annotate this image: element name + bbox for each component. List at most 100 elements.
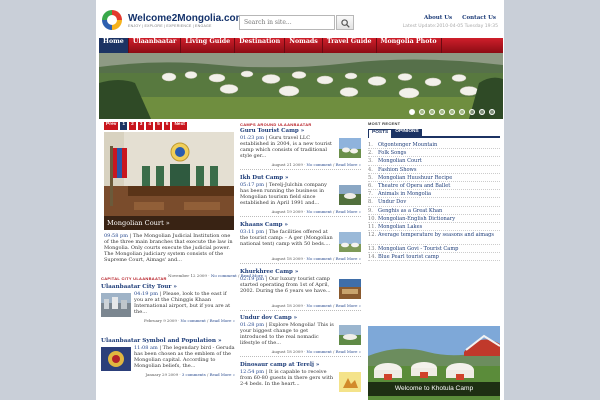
list-item-title[interactable]: Mongolian-English Dictionary	[378, 215, 455, 222]
post-thumbnail[interactable]	[339, 232, 361, 252]
contact-us-link[interactable]: Contact Us	[462, 15, 496, 21]
post-title[interactable]: Khaans Camp »	[240, 222, 361, 229]
post-thumbnail[interactable]	[339, 138, 361, 158]
search-button[interactable]	[336, 15, 354, 30]
list-item-title[interactable]: Average temperature by seasons and aimag…	[378, 232, 494, 238]
featured-excerpt: 09:58 pm | The Mongolian Judicial Instit…	[104, 233, 233, 263]
list-item[interactable]: 10. Mongolian-English Dictionary	[368, 215, 500, 223]
slide-dot[interactable]	[419, 109, 425, 115]
nav-item-ulaanbaatar[interactable]: Ulaanbaatar	[129, 38, 182, 53]
post-thumbnail[interactable]	[101, 347, 131, 371]
pager-page-1[interactable]: 1	[120, 122, 128, 130]
featured-image[interactable]: Mongolian Court »	[104, 132, 234, 230]
about-us-link[interactable]: About Us	[424, 15, 452, 21]
pager-next[interactable]: Next	[172, 122, 187, 130]
banner-slideshow[interactable]	[99, 53, 503, 119]
list-item-title[interactable]: Otgontenger Mountain	[378, 141, 437, 148]
post-read-more[interactable]: Read More »	[336, 256, 361, 261]
post-title[interactable]: Dinosaur camp at Terelj »	[240, 362, 361, 369]
list-item[interactable]: 13. Mongolian Govi - Tourist Camp	[368, 245, 500, 254]
nav-item-living-guide[interactable]: Living Guide	[181, 38, 236, 53]
pager-page-4[interactable]: 4	[146, 122, 154, 130]
list-item[interactable]: 7. Animals in Mongolia	[368, 190, 500, 199]
top-links: About Us Contact Us	[424, 15, 496, 21]
post-thumbnail[interactable]	[101, 293, 131, 317]
list-item-title[interactable]: Theatre of Opera and Ballet	[378, 182, 450, 189]
slide-dot[interactable]	[449, 109, 455, 115]
post-title[interactable]: Guru Tourist Camp »	[240, 128, 361, 135]
list-item[interactable]: 6. Theatre of Opera and Ballet	[368, 182, 500, 191]
pager-prev[interactable]: Prev	[104, 122, 119, 130]
post-read-more[interactable]: Read More »	[336, 349, 361, 354]
nav-item-mongolia-photo[interactable]: Mongolia Photo	[377, 38, 442, 53]
list-item-title[interactable]: Undur Dov	[378, 198, 406, 205]
post-meta: February 9 2009 · No comment / Read More…	[143, 318, 235, 323]
post-title[interactable]: Ulaanbaatar City Tour »	[101, 284, 235, 291]
nav-item-travel-guide[interactable]: Travel Guide	[323, 38, 377, 53]
slide-dot[interactable]	[409, 109, 415, 115]
post-excerpt: 11:08 am | The legendary bird - Geruda h…	[134, 345, 235, 369]
list-item-title[interactable]: Mongolian Lakes	[378, 223, 422, 230]
post-read-more[interactable]: Read More »	[210, 318, 235, 323]
featured-caption[interactable]: Mongolian Court »	[104, 216, 234, 230]
site-title[interactable]: Welcome2Mongolia.com	[128, 13, 245, 24]
nav-item-nomads[interactable]: Nomads	[285, 38, 323, 53]
slide-dot[interactable]	[489, 109, 495, 115]
slide-dot[interactable]	[479, 109, 485, 115]
list-item-title[interactable]: Blue Pearl tourist camp	[378, 253, 439, 260]
pager-page-6[interactable]: 6	[163, 122, 171, 130]
list-item[interactable]: 4. Fashion Shows	[368, 166, 500, 174]
post-comments-link[interactable]: No comment	[307, 349, 332, 354]
list-item[interactable]: 9. Genghis as a Great Khan	[368, 207, 500, 215]
nav-item-destination[interactable]: Destination	[235, 38, 286, 53]
post-read-more[interactable]: Read More »	[336, 303, 361, 308]
list-item-title[interactable]: Folk Songs	[378, 149, 406, 156]
list-item-title[interactable]: Genghis as a Great Khan	[378, 207, 442, 214]
post-thumbnail[interactable]	[339, 325, 361, 345]
list-item[interactable]: 14. Blue Pearl tourist camp	[368, 253, 500, 262]
nav-item-home[interactable]: Home	[99, 38, 129, 53]
list-item[interactable]: 2. Folk Songs	[368, 149, 500, 158]
post-read-more[interactable]: Read More »	[210, 372, 235, 377]
post-comments-link[interactable]: No comment	[181, 318, 206, 323]
post-comments-link[interactable]: No comment	[307, 162, 332, 167]
list-item[interactable]: 12. Average temperature by seasons and ai…	[368, 231, 500, 246]
list-item-title[interactable]: Mongolian Court	[378, 157, 422, 164]
slide-dot[interactable]	[469, 109, 475, 115]
post-title[interactable]: Undur dov Camp »	[240, 315, 361, 322]
list-item-title[interactable]: Mongolian Govi - Tourist Camp	[378, 245, 458, 252]
post-comments-link[interactable]: 3 comments	[182, 372, 206, 377]
slide-dot[interactable]	[459, 109, 465, 115]
post-comments-link[interactable]: No comment	[307, 303, 332, 308]
list-item-title[interactable]: Mongolian Huushuur Recipe	[378, 174, 452, 181]
tab-opinions[interactable]: OPINIONS	[392, 129, 422, 138]
slide-dot[interactable]	[429, 109, 435, 115]
post-title[interactable]: Khurkhree Camp »	[240, 269, 361, 276]
slide-dot[interactable]	[439, 109, 445, 115]
post-read-more[interactable]: Read More »	[336, 209, 361, 214]
pager-page-5[interactable]: 5	[155, 122, 162, 130]
pager-page-3[interactable]: 3	[137, 122, 145, 130]
pager-page-2[interactable]: 2	[129, 122, 136, 130]
list-item[interactable]: 1. Otgontenger Mountain	[368, 141, 500, 150]
tab-posts[interactable]: POSTS	[368, 129, 393, 138]
list-item[interactable]: 11. Mongolian Lakes	[368, 223, 500, 232]
list-item[interactable]: 3. Mongolian Court	[368, 157, 500, 166]
post-comments-link[interactable]: No comment	[307, 209, 332, 214]
post-read-more[interactable]: Read More »	[336, 162, 361, 167]
promo-caption[interactable]: Welcome to Khotula Camp	[368, 382, 500, 396]
site-logo-icon[interactable]	[102, 10, 122, 30]
post-thumbnail[interactable]	[339, 185, 361, 205]
list-item-title[interactable]: Fashion Shows	[378, 166, 417, 173]
search-input[interactable]	[239, 15, 335, 30]
featured-comments-link[interactable]: No comment	[211, 273, 237, 278]
list-item-title[interactable]: Animals in Mongolia	[378, 190, 431, 197]
post-title[interactable]: Ikh Dut Camp »	[240, 175, 361, 182]
list-item[interactable]: 5. Mongolian Huushuur Recipe	[368, 174, 500, 182]
post-thumbnail[interactable]	[339, 372, 361, 392]
post-comments-link[interactable]: No comment	[307, 256, 332, 261]
list-item[interactable]: 8. Undur Dov	[368, 198, 500, 207]
post-title[interactable]: Ulaanbaatar Symbol and Population »	[101, 338, 235, 345]
promo-banner[interactable]: Welcome to Khotula Camp	[368, 326, 500, 400]
post-thumbnail[interactable]	[339, 279, 361, 299]
